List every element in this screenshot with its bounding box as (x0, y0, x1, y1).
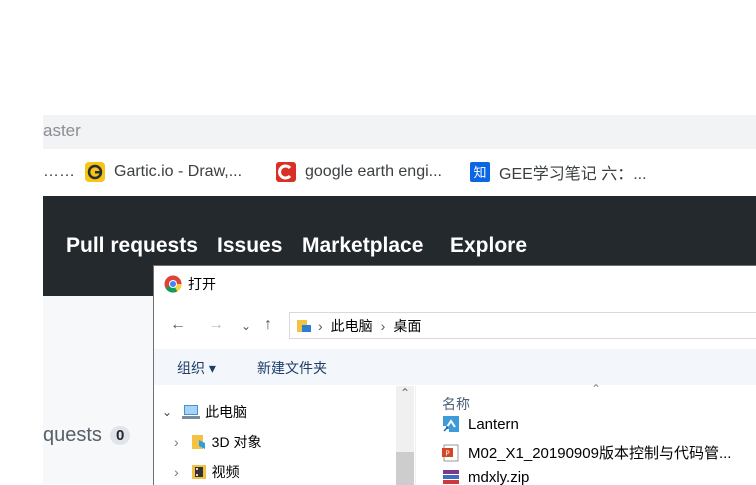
scroll-up-icon[interactable]: ⌃ (400, 386, 410, 400)
tree-item-label: 视频 (212, 462, 240, 482)
pull-requests-tab-label: quests (43, 424, 102, 447)
column-header-name[interactable]: 名称 (442, 394, 470, 414)
recent-locations-chevron-icon[interactable]: ⌄ (241, 319, 251, 333)
breadcrumb-desktop[interactable]: 桌面 (393, 316, 421, 336)
dialog-navigation-bar: ← → ⌄ ↑ › 此电脑 › 桌面 (154, 308, 756, 342)
pdf-icon: P (442, 444, 460, 462)
sort-indicator-icon: ⌃ (591, 382, 601, 396)
dialog-title-bar: 打开 (164, 274, 216, 294)
chevron-right-icon: › (174, 464, 179, 480)
tree-item-label: 此电脑 (205, 402, 247, 422)
github-page-background (43, 296, 153, 484)
bookmark-zhihu[interactable]: 知 GEE学习笔记 六：... (470, 161, 647, 183)
bookmark-label: Gartic.io - Draw,... (114, 163, 242, 181)
tree-item-label: 3D 对象 (212, 432, 262, 452)
pull-requests-count-badge: 0 (110, 426, 130, 445)
pull-requests-tab[interactable]: quests 0 (43, 424, 130, 447)
chevron-right-icon: › (174, 434, 179, 450)
address-bar[interactable]: › 此电脑 › 桌面 (289, 312, 756, 339)
zip-icon (442, 468, 460, 485)
file-row[interactable]: mdxly.zip (442, 468, 529, 485)
nav-issues[interactable]: Issues (217, 234, 282, 258)
address-bar-strip (43, 115, 756, 149)
folder-icon (296, 318, 312, 334)
computer-icon (182, 404, 200, 420)
breadcrumb-this-pc[interactable]: 此电脑 (331, 316, 373, 336)
zhihu-icon: 知 (470, 162, 490, 182)
video-folder-icon (191, 464, 207, 480)
dialog-toolbar: 组织 ▾ 新建文件夹 (154, 349, 756, 385)
3d-objects-icon (191, 434, 207, 450)
tree-item-this-pc[interactable]: ⌄ 此电脑 (162, 402, 247, 422)
breadcrumb-separator-icon: › (318, 318, 323, 334)
open-file-dialog: 打开 ← → ⌄ ↑ › 此电脑 › 桌面 组织 ▾ 新建文件夹 ⌄ 此电脑 › (153, 265, 756, 485)
bookmark-label: GEE学习笔记 六：... (499, 160, 647, 184)
forward-arrow-icon[interactable]: → (208, 316, 224, 334)
navigation-pane: ⌄ 此电脑 › 3D 对象 › 视频 (154, 386, 414, 485)
address-bar-text[interactable]: aster (43, 121, 81, 141)
file-name: M02_X1_20190909版本控制与代码管... (468, 442, 731, 463)
svg-text:知: 知 (473, 165, 486, 181)
file-row[interactable]: P M02_X1_20190909版本控制与代码管... (442, 442, 731, 463)
gartic-icon (85, 162, 105, 182)
up-arrow-icon[interactable]: ↑ (264, 316, 272, 334)
nav-marketplace[interactable]: Marketplace (302, 234, 423, 258)
scrollbar-thumb[interactable] (396, 452, 414, 485)
new-folder-button[interactable]: 新建文件夹 (257, 358, 327, 378)
organize-button[interactable]: 组织 ▾ (177, 358, 216, 378)
tree-item-video[interactable]: › 视频 (174, 462, 240, 482)
file-list-pane: ⌃ 名称 Lantern P M02_X1_20190909版本控制与代码管..… (415, 386, 756, 485)
file-name: Lantern (468, 416, 519, 433)
file-name: mdxly.zip (468, 469, 529, 485)
navigation-pane-scrollbar[interactable]: ⌃ (396, 386, 414, 485)
bookmark-gartic[interactable]: Gartic.io - Draw,... (85, 161, 242, 183)
back-arrow-icon[interactable]: ← (170, 316, 186, 334)
breadcrumb-separator-icon: › (381, 318, 386, 334)
nav-pull-requests[interactable]: Pull requests (66, 234, 198, 258)
nav-explore[interactable]: Explore (450, 234, 527, 258)
svg-text:P: P (445, 449, 449, 457)
google-earth-engine-icon (276, 162, 296, 182)
file-row[interactable]: Lantern (442, 415, 519, 433)
dialog-title: 打开 (188, 274, 216, 294)
chevron-down-icon: ⌄ (162, 405, 172, 419)
bookmark-item[interactable]: …… (43, 161, 75, 183)
bookmark-google-earth-engine[interactable]: google earth engi... (276, 161, 442, 183)
bookmark-label: …… (43, 163, 75, 181)
tree-item-3d-objects[interactable]: › 3D 对象 (174, 432, 261, 452)
chrome-icon (164, 275, 182, 293)
shortcut-icon (442, 415, 460, 433)
bookmark-label: google earth engi... (305, 163, 442, 181)
